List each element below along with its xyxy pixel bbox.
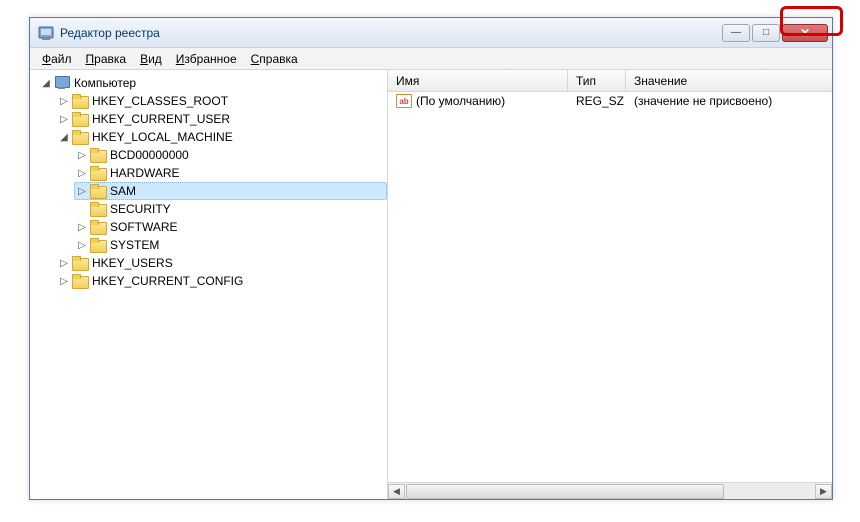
row-name: (По умолчанию) xyxy=(416,94,505,108)
computer-icon xyxy=(54,76,70,90)
tree-root-computer[interactable]: ◢ Компьютер xyxy=(38,74,387,92)
expander-icon[interactable]: ▷ xyxy=(58,114,70,125)
tree-sam[interactable]: ▷ SAM xyxy=(74,182,387,200)
expander-icon[interactable]: ▷ xyxy=(76,150,88,161)
tree-label: HKEY_CLASSES_ROOT xyxy=(92,94,228,108)
menu-edit[interactable]: Правка xyxy=(80,50,133,68)
tree-label: SOFTWARE xyxy=(110,220,178,234)
tree-hardware[interactable]: ▷ HARDWARE xyxy=(74,164,387,182)
scroll-track[interactable] xyxy=(406,484,814,499)
folder-icon xyxy=(90,166,106,180)
minimize-button[interactable]: — xyxy=(722,24,750,42)
folder-icon xyxy=(72,94,88,108)
expander-icon[interactable]: ◢ xyxy=(58,132,70,143)
menu-view[interactable]: Вид xyxy=(134,50,168,68)
tree-label: HKEY_LOCAL_MACHINE xyxy=(92,130,233,144)
window: Редактор реестра — □ ✕ Файл Правка Вид И… xyxy=(29,17,833,500)
maximize-button[interactable]: □ xyxy=(752,24,780,42)
scroll-right-button[interactable]: ▶ xyxy=(815,484,832,499)
folder-icon xyxy=(90,148,106,162)
folder-icon xyxy=(72,130,88,144)
folder-icon xyxy=(72,274,88,288)
scroll-left-button[interactable]: ◀ xyxy=(388,484,405,499)
expander-icon[interactable]: ▷ xyxy=(58,276,70,287)
tree-label: HKEY_CURRENT_CONFIG xyxy=(92,274,243,288)
row-value: (значение не присвоено) xyxy=(626,94,832,108)
folder-icon xyxy=(90,220,106,234)
tree-hklm[interactable]: ◢ HKEY_LOCAL_MACHINE xyxy=(56,128,387,146)
tree-hku[interactable]: ▷ HKEY_USERS xyxy=(56,254,387,272)
tree-security[interactable]: SECURITY xyxy=(74,200,387,218)
row-type: REG_SZ xyxy=(568,94,626,108)
folder-icon xyxy=(90,202,106,216)
tree-label: SAM xyxy=(110,184,136,198)
column-value[interactable]: Значение xyxy=(626,70,832,91)
list-row[interactable]: ab (По умолчанию) REG_SZ (значение не пр… xyxy=(388,92,832,110)
expander-icon[interactable]: ▷ xyxy=(58,258,70,269)
expander-icon[interactable]: ▷ xyxy=(76,222,88,233)
tree-hkcc[interactable]: ▷ HKEY_CURRENT_CONFIG xyxy=(56,272,387,290)
horizontal-scrollbar[interactable]: ◀ ▶ xyxy=(388,482,832,499)
tree-label: Компьютер xyxy=(74,76,136,90)
tree-label: SYSTEM xyxy=(110,238,159,252)
tree-label: HKEY_CURRENT_USER xyxy=(92,112,230,126)
tree-bcd[interactable]: ▷ BCD00000000 xyxy=(74,146,387,164)
list-pane: Имя Тип Значение ab (По умолчанию) REG_S… xyxy=(388,70,832,499)
menu-help[interactable]: Справка xyxy=(245,50,304,68)
expander-icon[interactable]: ▷ xyxy=(76,240,88,251)
expander-icon[interactable]: ▷ xyxy=(58,96,70,107)
tree-hkcu[interactable]: ▷ HKEY_CURRENT_USER xyxy=(56,110,387,128)
tree-label: HKEY_USERS xyxy=(92,256,173,270)
string-value-icon: ab xyxy=(396,94,412,108)
window-title: Редактор реестра xyxy=(60,26,722,40)
menu-file[interactable]: Файл xyxy=(36,50,78,68)
tree-hkcr[interactable]: ▷ HKEY_CLASSES_ROOT xyxy=(56,92,387,110)
list-rows[interactable]: ab (По умолчанию) REG_SZ (значение не пр… xyxy=(388,92,832,482)
tree-label: BCD00000000 xyxy=(110,148,189,162)
folder-icon xyxy=(72,112,88,126)
tree-pane[interactable]: ◢ Компьютер ▷ HKEY_CLASSES_ROOT ▷ xyxy=(30,70,388,499)
folder-icon xyxy=(90,184,106,198)
expander-icon[interactable]: ▷ xyxy=(76,168,88,179)
column-headers: Имя Тип Значение xyxy=(388,70,832,92)
folder-icon xyxy=(90,238,106,252)
expander-icon[interactable]: ◢ xyxy=(40,78,52,89)
menu-favorites[interactable]: Избранное xyxy=(170,50,243,68)
folder-icon xyxy=(72,256,88,270)
menubar: Файл Правка Вид Избранное Справка xyxy=(30,48,832,70)
column-type[interactable]: Тип xyxy=(568,70,626,91)
app-icon xyxy=(38,25,54,41)
column-name[interactable]: Имя xyxy=(388,70,568,91)
tree-software[interactable]: ▷ SOFTWARE xyxy=(74,218,387,236)
expander-icon[interactable]: ▷ xyxy=(76,186,88,197)
close-button[interactable]: ✕ xyxy=(782,24,828,42)
scroll-thumb[interactable] xyxy=(406,484,724,499)
tree-label: HARDWARE xyxy=(110,166,180,180)
tree-system[interactable]: ▷ SYSTEM xyxy=(74,236,387,254)
tree-label: SECURITY xyxy=(110,202,171,216)
titlebar[interactable]: Редактор реестра — □ ✕ xyxy=(30,18,832,48)
